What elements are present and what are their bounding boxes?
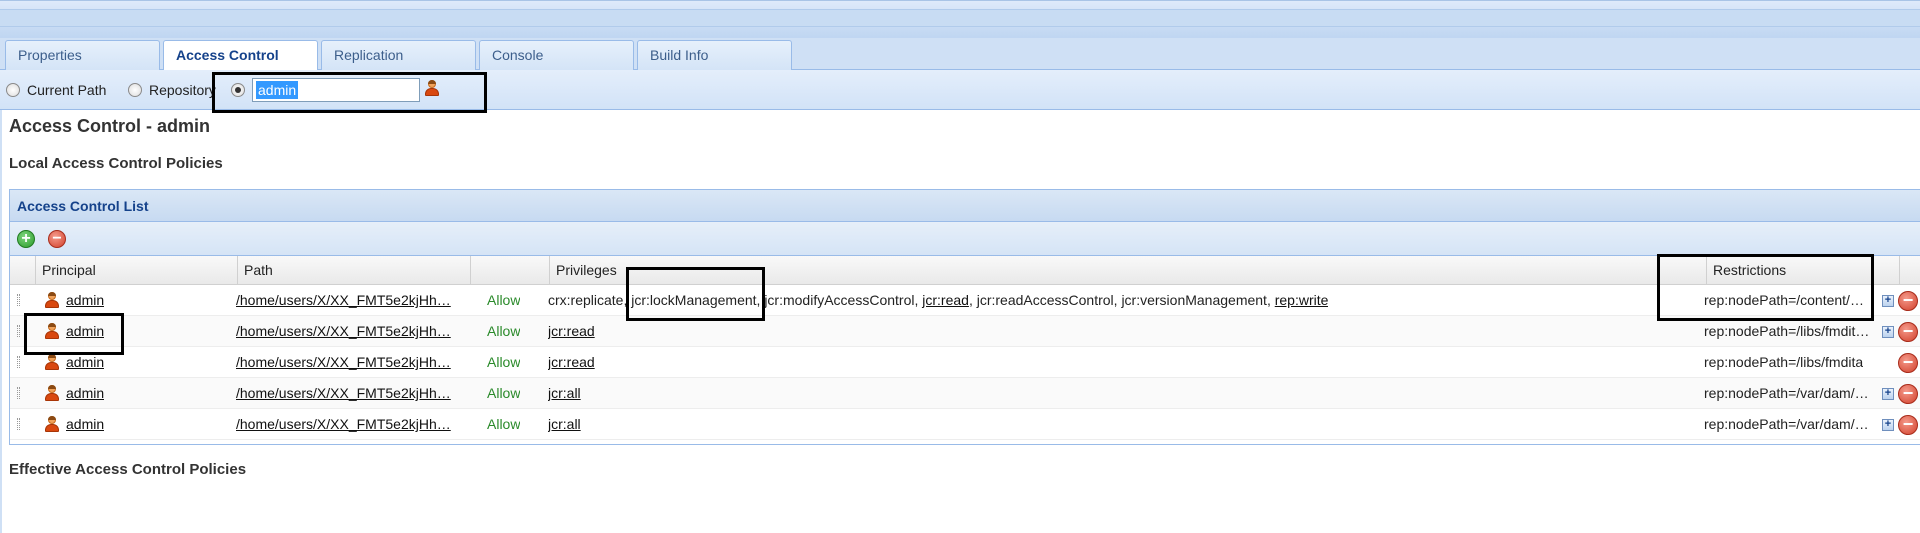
privilege-link[interactable]: jcr:all <box>548 416 581 432</box>
principal-input[interactable]: admin <box>252 78 420 102</box>
col-drag <box>10 256 36 285</box>
col-restrictions[interactable]: Restrictions <box>1707 256 1900 285</box>
acl-panel-title: Access Control List <box>17 198 149 214</box>
tab-replication[interactable]: Replication <box>321 40 476 70</box>
table-row[interactable]: admin/home/users/X/XX_FMT5e2kjHh… Allow jc… <box>10 378 1920 409</box>
tab-build-info[interactable]: Build Info <box>637 40 792 70</box>
user-icon <box>45 354 59 370</box>
privileges-list: jcr:read <box>548 354 595 370</box>
privilege-link[interactable]: rep:write <box>1275 292 1329 308</box>
page-title: Access Control - admin <box>9 116 211 136</box>
current-path-label: Current Path <box>27 82 107 98</box>
restriction-value: rep:nodePath=/content/… <box>1704 292 1864 308</box>
table-row[interactable]: admin/home/users/X/XX_FMT5e2kjHh… Allow jc… <box>10 347 1920 378</box>
acl-panel-header: Access Control List <box>10 190 1920 222</box>
principal-link[interactable]: admin <box>66 385 104 401</box>
restriction-value: rep:nodePath=/libs/fmdit… <box>1704 323 1870 339</box>
entry-type: Allow <box>487 292 521 308</box>
privileges-list: crx:replicate, jcr:lockManagement, jcr:m… <box>548 292 1328 308</box>
privilege-text: jcr:modifyAccessControl <box>764 292 915 308</box>
privilege-text: , <box>968 292 977 308</box>
privileges-list: jcr:all <box>548 385 581 401</box>
repository-radio[interactable] <box>128 83 142 97</box>
acl-grid-header: Principal Path Privileges Restrictions <box>10 256 1920 285</box>
path-link[interactable]: /home/users/X/XX_FMT5e2kjHh… <box>236 385 451 401</box>
entry-type: Allow <box>487 323 521 339</box>
tab-access-control[interactable]: Access Control <box>163 40 318 71</box>
entry-type: Allow <box>487 416 521 432</box>
privileges-list: jcr:all <box>548 416 581 432</box>
current-path-radio[interactable] <box>6 83 20 97</box>
restriction-value: rep:nodePath=/var/dam/… <box>1704 385 1869 401</box>
privilege-link[interactable]: jcr:read <box>922 292 969 308</box>
tab-strip: Properties Access Control Replication Co… <box>0 38 1920 71</box>
entry-type: Allow <box>487 354 521 370</box>
privilege-link[interactable]: jcr:read <box>548 354 595 370</box>
user-icon <box>45 385 59 401</box>
table-row[interactable]: admin/home/users/X/XX_FMT5e2kjHh… Allow jc… <box>10 316 1920 347</box>
col-actions <box>1900 256 1920 285</box>
tab-properties[interactable]: Properties <box>5 40 160 70</box>
remove-row-button[interactable]: − <box>1898 353 1918 373</box>
path-link[interactable]: /home/users/X/XX_FMT5e2kjHh… <box>236 292 451 308</box>
drag-handle-icon[interactable] <box>17 325 20 337</box>
effective-policies-heading: Effective Access Control Policies <box>9 461 247 478</box>
path-link[interactable]: /home/users/X/XX_FMT5e2kjHh… <box>236 354 451 370</box>
remove-row-button[interactable]: − <box>1898 384 1918 404</box>
user-icon <box>45 323 59 339</box>
remove-row-button[interactable]: − <box>1898 291 1918 311</box>
principal-link[interactable]: admin <box>66 323 104 339</box>
expand-restrictions-icon[interactable]: + <box>1882 326 1894 338</box>
drag-handle-icon[interactable] <box>17 418 20 430</box>
principal-link[interactable]: admin <box>66 416 104 432</box>
user-picker-icon[interactable] <box>425 80 439 96</box>
drag-handle-icon[interactable] <box>17 356 20 368</box>
privilege-text: , <box>1266 292 1275 308</box>
path-link[interactable]: /home/users/X/XX_FMT5e2kjHh… <box>236 416 451 432</box>
acl-toolbar: + − <box>10 222 1920 256</box>
drag-handle-icon[interactable] <box>17 294 20 306</box>
tab-console[interactable]: Console <box>479 40 634 70</box>
remove-row-button[interactable]: − <box>1898 322 1918 342</box>
expand-restrictions-icon[interactable]: + <box>1882 419 1894 431</box>
table-row[interactable]: admin/home/users/X/XX_FMT5e2kjHh… Allow jc… <box>10 409 1920 440</box>
restriction-value: rep:nodePath=/libs/fmdita <box>1704 354 1864 370</box>
privilege-link[interactable]: jcr:all <box>548 385 581 401</box>
remove-row-button[interactable]: − <box>1898 415 1918 435</box>
principal-link[interactable]: admin <box>66 292 104 308</box>
path-link[interactable]: /home/users/X/XX_FMT5e2kjHh… <box>236 323 451 339</box>
acl-panel: Access Control List + − Principal Path P… <box>9 189 1920 445</box>
user-icon <box>45 416 59 432</box>
col-principal[interactable]: Principal <box>36 256 238 285</box>
left-border <box>0 40 2 533</box>
entry-type: Allow <box>487 385 521 401</box>
privilege-text: crx:replicate <box>548 292 624 308</box>
col-type[interactable] <box>471 256 550 285</box>
col-privileges[interactable]: Privileges <box>550 256 1707 285</box>
drag-handle-icon[interactable] <box>17 387 20 399</box>
table-row[interactable]: admin/home/users/X/XX_FMT5e2kjHh… Allow cr… <box>10 285 1920 316</box>
remove-entry-button[interactable]: − <box>48 230 66 248</box>
expand-restrictions-icon[interactable]: + <box>1882 388 1894 400</box>
user-icon <box>45 292 59 308</box>
principal-input-value: admin <box>256 81 299 99</box>
expand-restrictions-icon[interactable]: + <box>1882 295 1894 307</box>
privilege-text: jcr:readAccessControl <box>976 292 1114 308</box>
privilege-text: jcr:lockManagement <box>631 292 757 308</box>
repository-label: Repository <box>149 82 216 98</box>
privileges-list: jcr:read <box>548 323 595 339</box>
top-banner <box>0 0 1920 40</box>
principal-link[interactable]: admin <box>66 354 104 370</box>
restriction-value: rep:nodePath=/var/dam/… <box>1704 416 1869 432</box>
privilege-link[interactable]: jcr:read <box>548 323 595 339</box>
add-entry-button[interactable]: + <box>17 230 35 248</box>
col-path[interactable]: Path <box>238 256 471 285</box>
local-policies-heading: Local Access Control Policies <box>9 155 223 172</box>
privilege-text: jcr:versionManagement <box>1121 292 1267 308</box>
principal-radio[interactable] <box>231 83 245 97</box>
